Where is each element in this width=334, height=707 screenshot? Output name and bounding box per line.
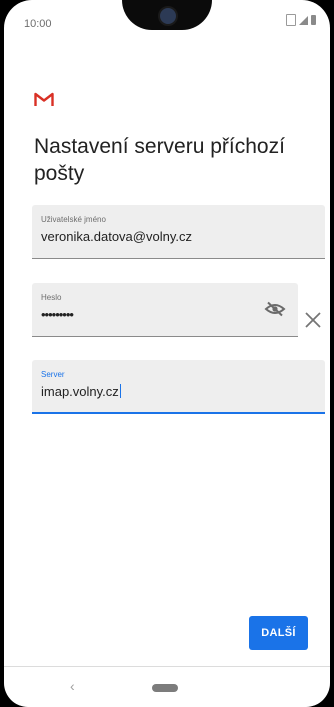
password-field[interactable]: Heslo •••••••••: [32, 283, 298, 337]
front-camera: [158, 6, 178, 26]
username-field[interactable]: Uživatelské jméno veronika.datova@volny.…: [32, 205, 325, 259]
server-label: Server: [41, 370, 65, 379]
visibility-off-icon[interactable]: [264, 301, 286, 317]
username-value: veronika.datova@volny.cz: [41, 229, 192, 244]
nav-divider: [4, 666, 330, 667]
password-value: •••••••••: [41, 307, 74, 322]
page-title: Nastavení serveru příchozí pošty: [34, 135, 285, 185]
gmail-icon: [34, 92, 54, 106]
back-icon[interactable]: ‹: [70, 678, 75, 694]
server-value-text: imap.volny.cz: [41, 384, 119, 399]
phone-screen: 10:00 Nastavení serveru příchozí pošty U…: [4, 0, 330, 707]
text-cursor: [119, 384, 121, 398]
status-icons: [286, 14, 316, 26]
password-label: Heslo: [41, 293, 62, 302]
username-label: Uživatelské jméno: [41, 215, 106, 224]
next-button[interactable]: DALŠÍ: [249, 616, 308, 650]
signal-icon: [299, 15, 308, 25]
close-icon[interactable]: [304, 311, 322, 329]
server-value: imap.volny.cz: [41, 384, 121, 399]
status-time: 10:00: [24, 18, 52, 30]
vibrate-icon: [286, 14, 296, 26]
battery-icon: [311, 15, 316, 25]
home-pill-icon[interactable]: [152, 684, 178, 692]
server-field[interactable]: Server imap.volny.cz: [32, 360, 325, 414]
